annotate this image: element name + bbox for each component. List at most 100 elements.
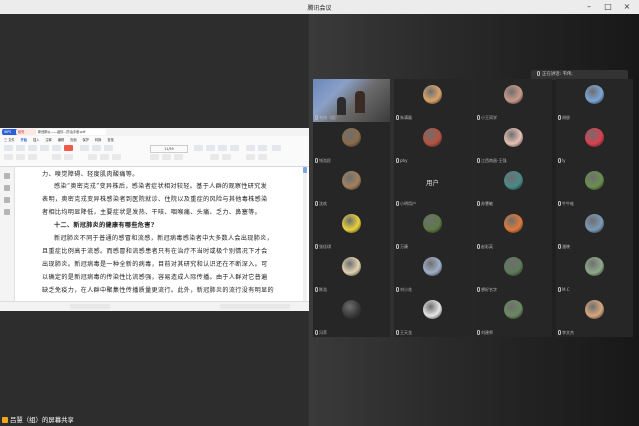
participant-tile[interactable]: 赵彩英 — [475, 208, 552, 251]
avatar — [504, 85, 523, 104]
participant-tile[interactable]: 刘小花 — [394, 251, 471, 294]
menu-convert[interactable]: 转换 — [95, 138, 101, 142]
close-icon[interactable]: × — [620, 1, 634, 13]
tool-button[interactable] — [272, 145, 281, 151]
tool-button[interactable] — [150, 154, 159, 160]
participant-name: 赵彩英 — [477, 243, 552, 250]
tool-button[interactable] — [100, 154, 109, 160]
tool-button[interactable] — [88, 154, 97, 160]
avatar — [585, 171, 604, 190]
tool-button[interactable] — [52, 145, 61, 151]
participant-tile[interactable]: 万康 — [394, 208, 471, 251]
minimize-icon[interactable]: – — [582, 1, 596, 13]
participant-tile[interactable]: 陈浩 — [313, 251, 390, 294]
avatar — [504, 128, 523, 147]
participant-tile[interactable]: 想好名字 — [475, 251, 552, 294]
menu-insert[interactable]: 插入 — [33, 138, 39, 142]
avatar — [342, 214, 361, 233]
tool-button[interactable] — [52, 154, 61, 160]
participant-name: 万康 — [396, 243, 471, 250]
document-scrollbar[interactable] — [303, 167, 307, 302]
tool-button[interactable] — [112, 154, 121, 160]
participant-tile[interactable]: 沈欢 — [313, 165, 390, 208]
avatar — [423, 300, 442, 319]
participant-tile[interactable]: 刘建师 — [475, 294, 552, 337]
doc-tab-1[interactable]: 稻壳 — [16, 129, 38, 135]
menu-edit[interactable]: 编辑 — [58, 138, 64, 142]
participant-tile[interactable]: pby — [394, 122, 471, 165]
menu-page[interactable]: 页面 — [70, 138, 76, 142]
participant-tile[interactable]: 苏慧敏 — [475, 165, 552, 208]
avatar — [504, 257, 523, 276]
highlight-tool-button[interactable] — [64, 145, 73, 151]
tool-button[interactable] — [64, 154, 73, 160]
participant-tile[interactable]: M.C — [556, 251, 633, 294]
participant-tile[interactable]: 胡俊 — [556, 79, 633, 122]
bookmark-icon[interactable] — [4, 185, 10, 191]
tool-button[interactable] — [230, 145, 239, 151]
tool-button[interactable] — [246, 154, 255, 160]
menu-find[interactable]: 查找 — [107, 138, 113, 142]
annotation-icon[interactable] — [4, 197, 10, 203]
participant-tile[interactable]: 小王同学 — [475, 79, 552, 122]
participant-tile[interactable]: 用户 小明用户 — [394, 165, 471, 208]
participant-tile[interactable]: 王天龙 — [394, 294, 471, 337]
participant-name: 刘建师 — [477, 329, 552, 336]
tool-button[interactable] — [80, 145, 89, 151]
tool-button[interactable] — [222, 154, 231, 160]
tool-button[interactable] — [16, 154, 25, 160]
tool-button[interactable] — [174, 154, 183, 160]
participant-tile[interactable]: ly — [556, 122, 633, 165]
page-indicator[interactable]: 11/59 — [150, 145, 188, 153]
doc-line: 新冠肺炎不同于普通的感冒和流感，新冠病毒感染者中大多数人会出现肺炎， — [54, 235, 274, 242]
document-page: 力、嗅觉障碍、轻度肌肉酸痛等。 感染“奥密克戎”变异株后，感染者症状相对较轻。基… — [42, 167, 300, 302]
menu-file[interactable]: 三 文件 — [4, 138, 15, 142]
avatar — [423, 128, 442, 147]
tool-button[interactable] — [16, 145, 25, 151]
zoom-control[interactable] — [220, 304, 290, 309]
tool-button[interactable] — [194, 145, 203, 151]
tool-button[interactable] — [4, 154, 13, 160]
scroll-thumb[interactable] — [303, 167, 307, 173]
menu-protect[interactable]: 保护 — [83, 138, 89, 142]
mic-icon — [396, 115, 399, 120]
tool-button[interactable] — [206, 145, 215, 151]
participant-tile[interactable]: 张佳琪 — [313, 208, 390, 251]
maximize-icon[interactable]: □ — [601, 1, 615, 13]
participant-name: 陈浩 — [315, 286, 390, 293]
participant-tile[interactable]: 钱浩民 — [313, 122, 390, 165]
participant-tile[interactable]: 李文杰 — [556, 294, 633, 337]
doc-heading: 十二、新冠肺炎的健康有哪些危害? — [54, 222, 155, 229]
tool-button[interactable] — [4, 145, 13, 151]
tool-button[interactable] — [28, 154, 37, 160]
participant-tile[interactable]: 江西南昌-王强 — [475, 122, 552, 165]
participant-name-text: 牛牛蛙 — [562, 201, 574, 206]
thumbnail-icon[interactable] — [4, 173, 10, 179]
tool-button[interactable] — [258, 154, 267, 160]
tool-button[interactable] — [40, 145, 49, 151]
tool-button[interactable] — [210, 154, 219, 160]
doc-line: 力、嗅觉障碍、轻度肌肉酸痛等。 — [42, 171, 139, 178]
page-nav[interactable] — [70, 304, 110, 309]
tool-button[interactable] — [92, 145, 101, 151]
participant-tile[interactable]: 潘晓 — [556, 208, 633, 251]
tool-button[interactable] — [28, 145, 37, 151]
participant-name: M.C — [558, 286, 633, 293]
tool-button[interactable] — [162, 154, 171, 160]
menu-home[interactable]: 开始 — [21, 138, 27, 142]
tool-button[interactable] — [258, 145, 267, 151]
avatar — [504, 300, 523, 319]
participant-tile[interactable]: 牛牛蛙 — [556, 165, 633, 208]
participant-tile[interactable]: 朱满磊 — [394, 79, 471, 122]
search-icon[interactable] — [4, 209, 10, 215]
tool-button[interactable] — [218, 145, 227, 151]
mic-icon — [558, 244, 561, 249]
tool-button[interactable] — [246, 145, 255, 151]
doc-tab-2[interactable]: 新冠肺炎——疫情...防治手册.pdf — [36, 129, 106, 135]
participant-name-text: 王天龙 — [400, 330, 412, 335]
participant-tile[interactable]: 冯萃 — [313, 294, 390, 337]
tool-button[interactable] — [104, 145, 113, 151]
participant-tile[interactable]: 韦伟（组） — [313, 79, 390, 122]
person-figure — [337, 97, 346, 115]
menu-annotate[interactable]: 注释 — [45, 138, 51, 142]
